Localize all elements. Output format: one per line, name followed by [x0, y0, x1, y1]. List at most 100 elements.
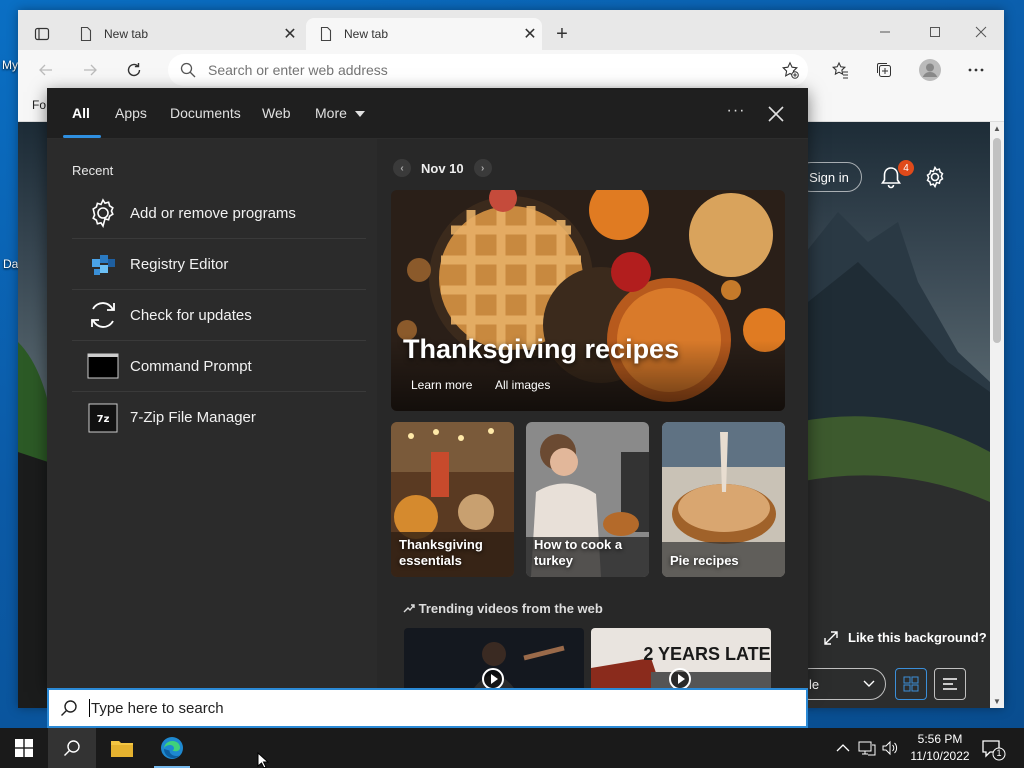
trending-videos-heading: Trending videos from the web — [403, 601, 603, 616]
browser-tab[interactable]: New tab ✕ — [66, 18, 302, 50]
trending-arrow-icon — [403, 604, 415, 613]
page-settings-gear-icon[interactable] — [922, 164, 948, 190]
search-input[interactable] — [91, 699, 791, 717]
search-icon — [168, 62, 208, 78]
taskbar-search-box[interactable] — [47, 688, 808, 728]
browser-toolbar — [18, 50, 1004, 90]
card-label: Pie recipes — [670, 553, 739, 568]
card-how-to-cook-turkey[interactable]: How to cook a turkey — [526, 422, 649, 577]
more-options-icon[interactable]: ··· — [723, 102, 749, 124]
expand-icon — [824, 630, 838, 645]
address-input[interactable] — [208, 62, 768, 78]
favorites-bar-item[interactable]: Fo — [32, 98, 46, 112]
tab-actions-icon[interactable] — [30, 22, 54, 46]
recent-item-7zip[interactable]: 7z 7-Zip File Manager — [72, 392, 366, 443]
trending-video-thumbnail[interactable]: 2 YEARS LATER... — [591, 628, 771, 688]
trending-video-thumbnail[interactable] — [404, 628, 584, 688]
like-background-link[interactable]: Like this background? — [824, 630, 987, 645]
grid-view-button[interactable] — [895, 668, 927, 700]
previous-day-icon[interactable]: ‹ — [393, 159, 411, 177]
tab-title: New tab — [104, 27, 149, 41]
trending-title-label: Trending videos from the web — [418, 601, 603, 616]
new-tab-button[interactable]: + — [550, 22, 574, 46]
sync-icon — [86, 298, 120, 332]
close-tab-icon[interactable]: ✕ — [518, 24, 542, 44]
search-scope-tabs: All Apps Documents Web More ··· — [47, 88, 808, 139]
card-thanksgiving-essentials[interactable]: Thanksgiving essentials — [391, 422, 514, 577]
close-tab-icon[interactable]: ✕ — [278, 24, 302, 44]
recent-item-registry-editor[interactable]: Registry Editor — [72, 239, 366, 290]
tab-all[interactable]: All — [72, 105, 90, 121]
play-icon[interactable] — [669, 668, 691, 688]
registry-icon — [86, 247, 120, 281]
layout-dropdown-label: le — [809, 676, 820, 692]
scrollbar-thumb[interactable] — [993, 138, 1001, 343]
tab-web[interactable]: Web — [262, 105, 291, 121]
windows-logo-icon — [15, 739, 33, 757]
collections-icon[interactable] — [872, 58, 896, 82]
card-label: How to cook a turkey — [534, 537, 623, 568]
action-center-button[interactable]: 1 — [980, 736, 1006, 762]
card-label: Thanksgiving essentials — [399, 537, 483, 568]
windows-search-flyout: All Apps Documents Web More ··· Recent A… — [47, 88, 808, 688]
scroll-down-icon[interactable]: ▼ — [992, 697, 1002, 706]
chevron-down-icon — [863, 680, 875, 687]
recent-item-check-for-updates[interactable]: Check for updates — [72, 290, 366, 341]
page-icon — [80, 26, 92, 42]
recent-item-label: Check for updates — [130, 306, 252, 324]
svg-text:7z: 7z — [97, 414, 110, 425]
notification-count: 1 — [996, 748, 1002, 758]
recent-item-add-remove-programs[interactable]: Add or remove programs — [72, 188, 366, 239]
recent-heading: Recent — [72, 163, 114, 178]
play-icon[interactable] — [482, 668, 504, 688]
tab-apps[interactable]: Apps — [115, 105, 147, 121]
refresh-icon[interactable] — [122, 58, 146, 82]
close-icon[interactable] — [763, 101, 789, 127]
thanksgiving-hero-card[interactable]: Thanksgiving recipes Learn more All imag… — [391, 190, 785, 411]
list-view-button[interactable] — [934, 668, 966, 700]
more-menu-icon[interactable] — [964, 58, 988, 82]
volume-icon[interactable] — [882, 740, 898, 756]
tab-title: New tab — [344, 27, 389, 41]
profile-icon[interactable] — [918, 58, 942, 82]
add-favorite-icon[interactable] — [778, 58, 802, 82]
network-icon[interactable] — [858, 740, 876, 756]
desktop-icon-label[interactable]: Da — [3, 257, 18, 271]
browser-tab-active[interactable]: New tab ✕ — [306, 18, 542, 50]
highlights-date-row: ‹ Nov 10 › — [393, 159, 492, 177]
close-window-button[interactable] — [958, 18, 1004, 46]
favorites-icon[interactable] — [828, 58, 852, 82]
learn-more-link[interactable]: Learn more — [411, 378, 472, 392]
maximize-button[interactable] — [912, 18, 958, 46]
page-icon — [320, 26, 332, 42]
recent-item-command-prompt[interactable]: Command Prompt — [72, 341, 366, 392]
tab-documents[interactable]: Documents — [170, 105, 241, 121]
caret-down-icon — [354, 111, 365, 118]
card-pie-recipes[interactable]: Pie recipes — [662, 422, 785, 577]
edge-taskbar-button[interactable] — [148, 728, 196, 768]
back-icon[interactable] — [34, 58, 58, 82]
grid-icon — [903, 676, 919, 692]
gear-icon — [86, 196, 120, 230]
all-images-link[interactable]: All images — [495, 378, 550, 392]
search-button[interactable] — [48, 728, 96, 768]
clock-date: 11/10/2022 — [910, 749, 970, 763]
minimize-button[interactable] — [862, 18, 908, 46]
taskbar-clock[interactable]: 5:56 PM 11/10/2022 — [904, 731, 976, 765]
tab-more[interactable]: More — [315, 105, 365, 121]
desktop-icon-label[interactable]: My — [2, 58, 18, 72]
start-button[interactable] — [0, 728, 48, 768]
next-day-icon[interactable]: › — [473, 159, 492, 177]
mouse-cursor-icon — [257, 752, 270, 768]
search-icon — [64, 740, 80, 756]
scroll-up-icon[interactable]: ▲ — [992, 124, 1002, 133]
file-explorer-button[interactable] — [98, 728, 146, 768]
show-hidden-icons-chevron-icon[interactable] — [836, 743, 850, 753]
recent-item-label: 7-Zip File Manager — [130, 409, 256, 426]
forward-icon[interactable] — [78, 58, 102, 82]
page-scrollbar[interactable]: ▲ ▼ — [990, 122, 1004, 708]
folder-icon — [111, 741, 133, 757]
recent-item-label: Add or remove programs — [130, 204, 296, 222]
cmd-icon — [86, 349, 120, 383]
address-bar[interactable] — [168, 54, 808, 86]
